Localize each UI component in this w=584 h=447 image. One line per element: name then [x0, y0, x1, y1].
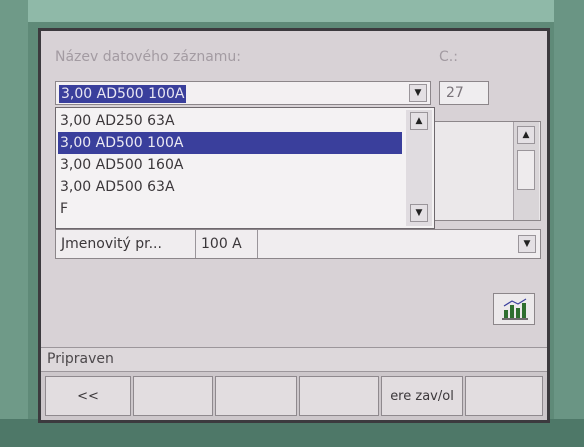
combo-selected-text: 3,00 AD500 100A	[59, 85, 187, 103]
record-name-label: Název datového záznamu:	[55, 49, 242, 65]
dropdown-scroll-up-button[interactable]: ▲	[410, 112, 428, 130]
dropdown-item[interactable]: F	[58, 198, 402, 220]
chart-button[interactable]	[493, 293, 535, 325]
function-key-3[interactable]	[215, 376, 297, 416]
function-key-6[interactable]	[465, 376, 543, 416]
record-combo[interactable]: 3,00 AD500 100A ▼	[55, 81, 431, 105]
c-number-value: 27	[446, 85, 464, 101]
parameter-list-scrollbar[interactable]: ▲	[513, 122, 539, 220]
dropdown-item[interactable]: 3,00 AD250 63A	[58, 110, 402, 132]
function-key-2[interactable]	[133, 376, 213, 416]
arrow-down-icon: ▼	[523, 239, 531, 249]
dropdown-item[interactable]: 3,00 AD500 160A	[58, 154, 402, 176]
c-label: C.:	[439, 49, 458, 65]
bezel-top	[0, 0, 584, 22]
dropdown-scroll-down-button[interactable]: ▼	[410, 204, 428, 222]
bezel-left	[0, 0, 28, 447]
combo-dropdown-button[interactable]: ▼	[409, 84, 427, 102]
arrow-up-icon: ▲	[522, 130, 530, 140]
arrow-down-icon: ▼	[414, 88, 422, 98]
parameter-value: 100 A	[196, 230, 258, 258]
c-number-field[interactable]: 27	[439, 81, 489, 105]
scroll-up-button[interactable]: ▲	[517, 126, 535, 144]
parameter-row[interactable]: Jmenovitý pr... 100 A ▼	[55, 229, 541, 259]
arrow-down-icon: ▼	[415, 208, 423, 218]
function-key-4[interactable]	[299, 376, 379, 416]
chart-icon	[502, 298, 528, 320]
close-button[interactable]: ere zav/ol	[381, 376, 463, 416]
status-bar: Pripraven	[41, 347, 547, 371]
parameter-name: Jmenovitý pr...	[56, 230, 196, 258]
param-scroll-down-button[interactable]: ▼	[518, 235, 536, 253]
bezel-bottom	[0, 419, 584, 447]
scroll-thumb[interactable]	[517, 150, 535, 190]
dropdown-item[interactable]: 3,00 AD500 63A	[58, 176, 402, 198]
record-dropdown-list[interactable]: 3,00 AD250 63A 3,00 AD500 100A 3,00 AD50…	[55, 107, 435, 229]
function-key-bar: << ere zav/ol	[41, 371, 547, 420]
dropdown-scrollbar[interactable]: ▲ ▼	[406, 110, 432, 226]
hmi-screen: Název datového záznamu: C.: 3,00 AD500 1…	[38, 28, 550, 423]
dropdown-item-selected[interactable]: 3,00 AD500 100A	[58, 132, 402, 154]
back-button[interactable]: <<	[45, 376, 131, 416]
arrow-up-icon: ▲	[415, 116, 423, 126]
bezel-right	[554, 0, 584, 447]
